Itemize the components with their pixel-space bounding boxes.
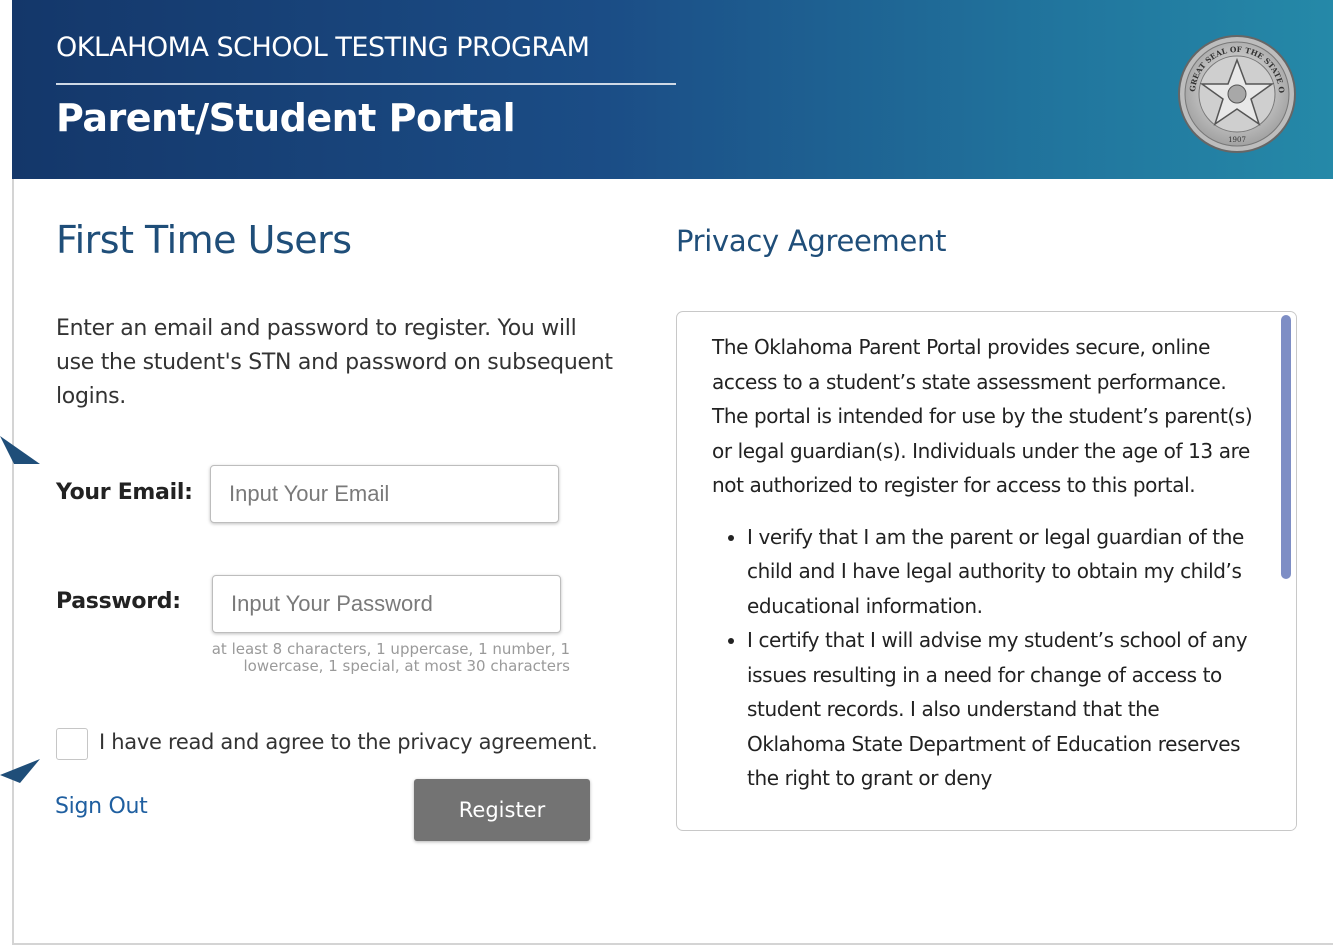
- password-requirements-hint: at least 8 characters, 1 uppercase, 1 nu…: [211, 640, 570, 675]
- program-title: OKLAHOMA SCHOOL TESTING PROGRAM: [56, 32, 590, 63]
- email-field[interactable]: [210, 465, 559, 523]
- first-time-users-title: First Time Users: [56, 218, 352, 262]
- seal-year: 1907: [1228, 136, 1246, 144]
- list-item: I certify that I will advise my student’…: [747, 623, 1257, 796]
- header-divider: [56, 83, 676, 85]
- privacy-agreement-text: The Oklahoma Parent Portal provides secu…: [712, 330, 1257, 796]
- pointer-arrow-icon: [0, 759, 40, 783]
- register-instructions: Enter an email and password to register.…: [56, 316, 613, 409]
- privacy-bullet-list: I verify that I am the parent or legal g…: [712, 520, 1257, 796]
- privacy-agreement-box[interactable]: The Oklahoma Parent Portal provides secu…: [676, 311, 1297, 831]
- header-banner: OKLAHOMA SCHOOL TESTING PROGRAM Parent/S…: [12, 0, 1333, 179]
- list-item: I verify that I am the parent or legal g…: [747, 520, 1257, 624]
- privacy-paragraph: The Oklahoma Parent Portal provides secu…: [712, 335, 1253, 497]
- password-field[interactable]: [212, 575, 561, 633]
- sign-out-link[interactable]: Sign Out: [55, 794, 148, 819]
- register-button[interactable]: Register: [414, 779, 590, 841]
- scrollbar-thumb[interactable]: [1281, 315, 1291, 579]
- privacy-agreement-title: Privacy Agreement: [676, 224, 947, 258]
- agree-label: I have read and agree to the privacy agr…: [99, 730, 598, 754]
- state-seal-icon: GREAT SEAL OF THE STATE OF OKLAHOMA 1907: [1177, 34, 1296, 153]
- password-label: Password:: [56, 589, 181, 614]
- pointer-arrow-icon: [0, 436, 40, 464]
- email-label: Your Email:: [56, 480, 193, 505]
- agree-checkbox[interactable]: [56, 728, 88, 760]
- portal-title: Parent/Student Portal: [56, 96, 516, 140]
- scrollbar-track[interactable]: [1278, 312, 1296, 830]
